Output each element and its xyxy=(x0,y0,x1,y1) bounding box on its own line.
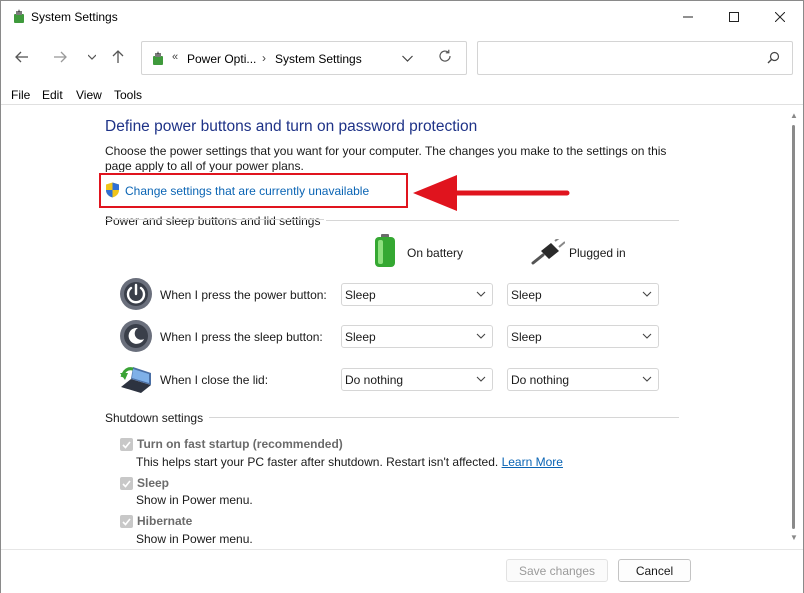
power-button-plugged-select[interactable]: Sleep xyxy=(507,283,659,306)
plugged-in-header: Plugged in xyxy=(569,246,626,260)
breadcrumb-system-settings[interactable]: System Settings xyxy=(275,52,362,66)
fast-startup-desc-text: This helps start your PC faster after sh… xyxy=(136,455,499,469)
chevron-down-icon xyxy=(476,291,486,297)
learn-more-link[interactable]: Learn More xyxy=(502,455,563,469)
back-button[interactable] xyxy=(11,45,33,69)
forward-button[interactable] xyxy=(49,45,71,69)
vertical-scrollbar[interactable]: ▲ ▼ xyxy=(785,105,803,549)
page-description: Choose the power settings that you want … xyxy=(105,144,667,172)
title-bar: System Settings xyxy=(1,1,803,35)
chevron-down-icon xyxy=(476,333,486,339)
address-bar[interactable]: « Power Opti... › System Settings xyxy=(141,41,467,75)
menu-tools[interactable]: Tools xyxy=(114,88,142,102)
section-divider-line xyxy=(326,220,679,221)
close-icon xyxy=(775,12,785,22)
hibernate-option-description: Show in Power menu. xyxy=(136,532,253,546)
close-lid-label: When I close the lid: xyxy=(160,373,269,387)
navigation-bar: « Power Opti... › System Settings xyxy=(1,35,803,81)
hibernate-checkbox[interactable] xyxy=(120,515,133,528)
power-options-icon xyxy=(153,51,163,65)
search-box[interactable] xyxy=(477,41,793,75)
power-button-icon xyxy=(120,278,152,310)
section-divider xyxy=(209,417,679,418)
sleep-checkbox[interactable] xyxy=(120,477,133,490)
arrow-up-icon xyxy=(112,50,124,63)
arrow-left-icon xyxy=(15,51,28,63)
laptop-lid-icon xyxy=(120,367,151,393)
fast-startup-label: Turn on fast startup (recommended) xyxy=(137,437,343,451)
arrow-right-icon xyxy=(54,51,67,63)
menu-edit[interactable]: Edit xyxy=(42,88,63,102)
refresh-icon xyxy=(439,49,451,62)
scroll-down-icon[interactable]: ▼ xyxy=(790,533,798,542)
chevron-down-icon xyxy=(476,376,486,382)
cancel-button[interactable]: Cancel xyxy=(618,559,691,582)
sleep-option-description: Show in Power menu. xyxy=(136,493,253,507)
sleep-button-battery-select[interactable]: Sleep xyxy=(341,325,493,348)
menu-bar: File Edit View Tools xyxy=(1,85,803,105)
fast-startup-description: This helps start your PC faster after sh… xyxy=(136,455,563,469)
change-settings-link[interactable]: Change settings that are currently unava… xyxy=(125,184,369,198)
divider xyxy=(1,104,803,105)
hibernate-option-label: Hibernate xyxy=(137,514,193,528)
maximize-button[interactable] xyxy=(711,1,757,33)
breadcrumb-power-options[interactable]: Power Opti... xyxy=(187,52,256,66)
footer-bar: Save changes Cancel xyxy=(1,549,803,593)
sleep-option-label: Sleep xyxy=(137,476,170,490)
close-lid-battery-select[interactable]: Do nothing xyxy=(341,368,493,391)
checkmark-icon xyxy=(122,441,131,449)
recent-locations-button[interactable] xyxy=(81,45,103,69)
select-value: Do nothing xyxy=(511,373,570,387)
sleep-button-icon xyxy=(120,320,152,352)
menu-view[interactable]: View xyxy=(76,88,102,102)
plug-icon xyxy=(531,239,565,265)
chevron-down-icon xyxy=(402,55,413,62)
close-button[interactable] xyxy=(757,1,803,33)
window-title: System Settings xyxy=(31,10,118,24)
select-value: Sleep xyxy=(345,288,376,302)
minimize-button[interactable] xyxy=(665,1,711,33)
power-button-label: When I press the power button: xyxy=(160,288,327,302)
red-arrow-annotation xyxy=(413,175,570,211)
power-section-label: Power and sleep buttons and lid settings xyxy=(105,214,321,228)
chevron-down-icon xyxy=(642,333,652,339)
refresh-button[interactable] xyxy=(438,49,452,67)
save-changes-button[interactable]: Save changes xyxy=(506,559,608,582)
checkmark-icon xyxy=(122,480,131,488)
sleep-button-plugged-select[interactable]: Sleep xyxy=(507,325,659,348)
select-value: Sleep xyxy=(511,288,542,302)
maximize-icon xyxy=(729,12,739,22)
chevron-down-icon xyxy=(642,376,652,382)
up-button[interactable] xyxy=(107,45,129,69)
uac-shield-icon xyxy=(106,182,119,198)
shutdown-section-label: Shutdown settings xyxy=(105,411,204,425)
scroll-up-icon[interactable]: ▲ xyxy=(790,111,798,120)
minimize-icon xyxy=(683,16,693,18)
select-value: Do nothing xyxy=(345,373,404,387)
chevron-down-icon xyxy=(642,291,652,297)
page-title: Define power buttons and turn on passwor… xyxy=(105,118,478,135)
checkmark-icon xyxy=(122,518,131,526)
power-options-icon xyxy=(14,9,24,23)
select-value: Sleep xyxy=(511,330,542,344)
on-battery-header: On battery xyxy=(407,246,464,260)
breadcrumb-separator[interactable]: › xyxy=(262,51,266,65)
battery-icon xyxy=(375,234,395,267)
sleep-button-label: When I press the sleep button: xyxy=(160,330,323,344)
scrollbar-thumb[interactable] xyxy=(792,125,795,529)
search-icon xyxy=(767,51,780,64)
system-settings-window: System Settings « Power Opti... › System… xyxy=(0,0,804,593)
address-dropdown-button[interactable] xyxy=(402,51,413,65)
close-lid-plugged-select[interactable]: Do nothing xyxy=(507,368,659,391)
fast-startup-checkbox[interactable] xyxy=(120,438,133,451)
power-button-battery-select[interactable]: Sleep xyxy=(341,283,493,306)
chevron-down-icon xyxy=(88,54,96,60)
menu-file[interactable]: File xyxy=(11,88,30,102)
select-value: Sleep xyxy=(345,330,376,344)
breadcrumb-overflow[interactable]: « xyxy=(172,51,178,63)
